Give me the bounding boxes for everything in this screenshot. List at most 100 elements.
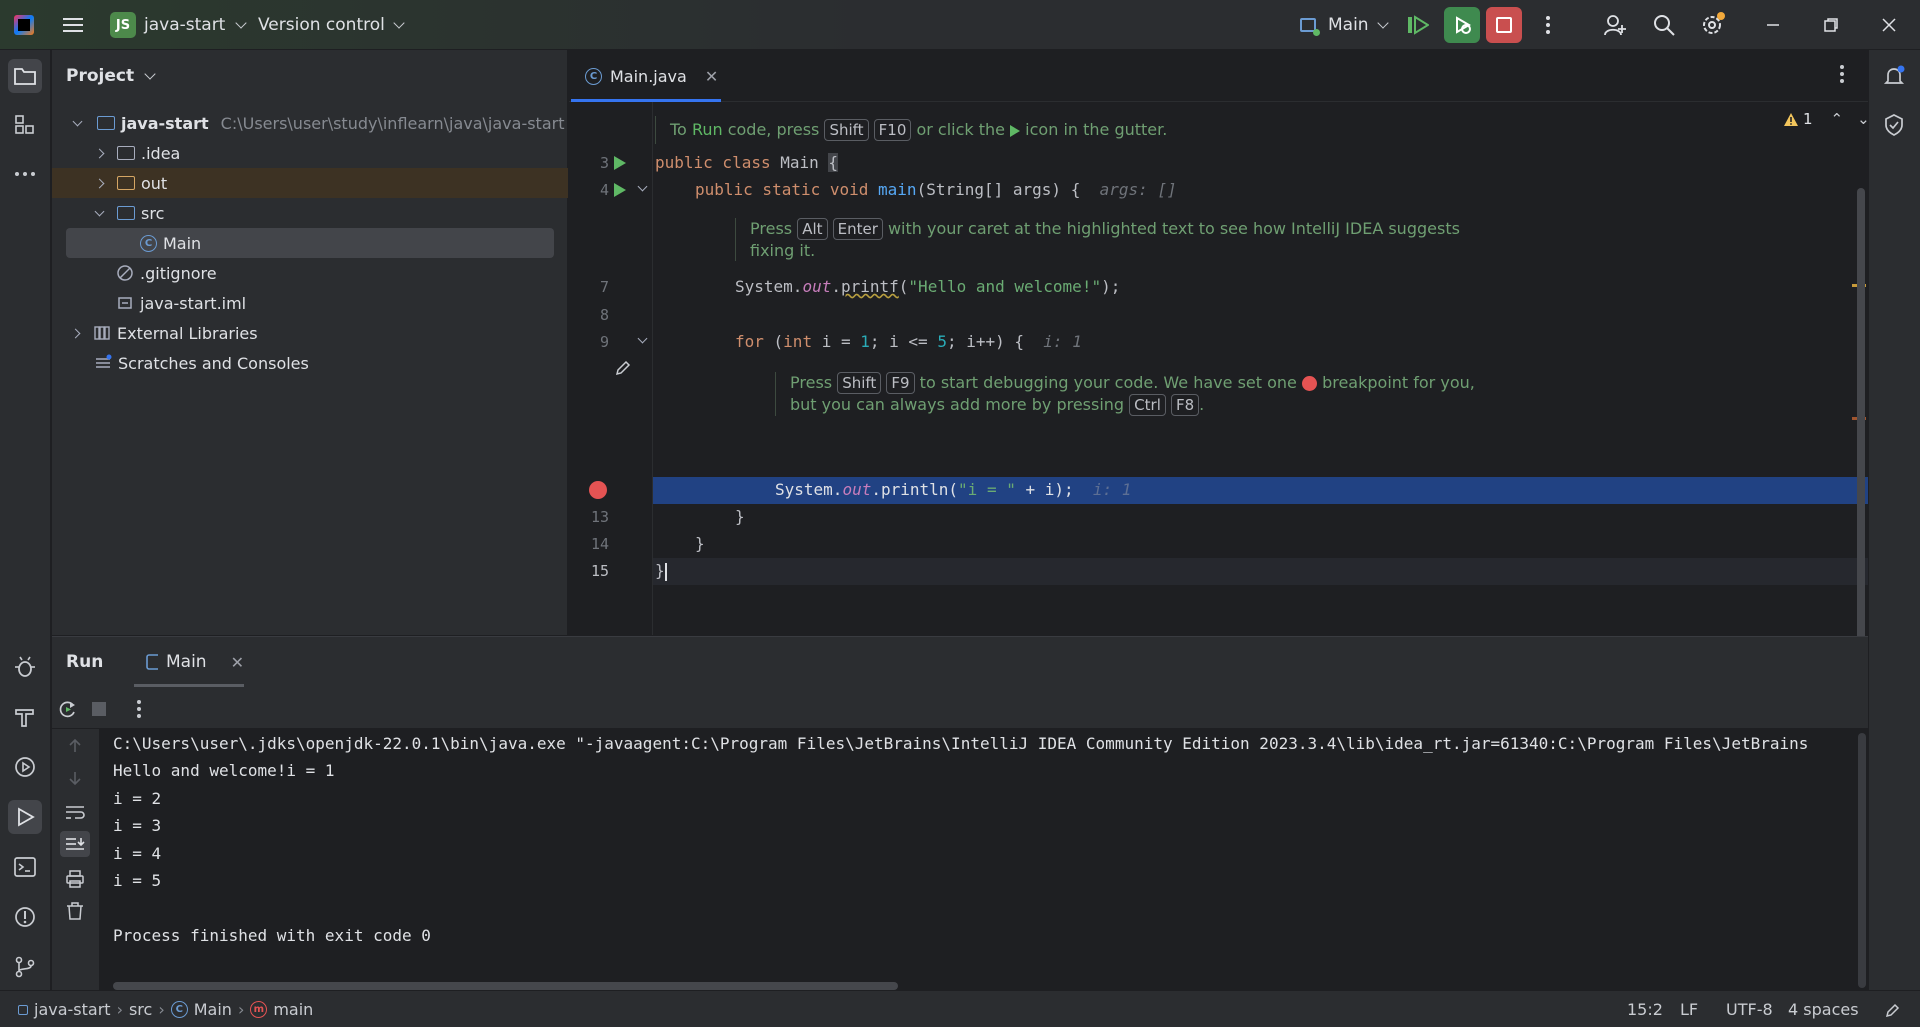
chevron-down-icon [144,68,156,80]
code-token: { [828,153,839,172]
code-line-13[interactable]: } [735,507,745,526]
inlay-tip-run: To Run code, press Shift F10 or click th… [655,116,1167,144]
expand-arrow-icon[interactable] [94,148,105,158]
more-actions-icon[interactable] [136,699,142,719]
restore-icon[interactable] [1816,10,1846,40]
git-tool-icon[interactable] [8,950,42,984]
rerun-button[interactable] [1444,7,1480,43]
stop-icon[interactable] [92,702,106,716]
trash-icon[interactable] [65,901,85,921]
structure-tool-icon[interactable] [8,108,42,142]
caret-position[interactable]: 15:2 [1627,991,1663,1027]
vcs-switcher[interactable]: Version control [258,0,405,50]
vcs-label: Version control [258,15,385,35]
tab-main-java[interactable]: C Main.java ✕ [571,50,721,102]
code-token: "Hello and welcome!" [908,277,1102,296]
expand-arrow-icon[interactable] [94,206,105,216]
rerun-icon[interactable] [58,699,78,719]
tree-item-src[interactable]: src [52,198,568,228]
breadcrumb-item[interactable]: src [129,1000,152,1019]
tree-item-idea[interactable]: .idea [52,138,568,168]
run-icon[interactable] [1403,10,1433,40]
terminal-tool-icon[interactable] [8,850,42,884]
tree-item-scratches[interactable]: Scratches and Consoles [52,348,568,378]
tree-item-iml[interactable]: java-start.iml [52,288,568,318]
scroll-to-end-toggle[interactable] [60,831,90,857]
chevron-down-icon [1376,17,1389,29]
editor-vertical-scrollbar[interactable] [1857,188,1865,648]
tree-item-out[interactable]: out [52,168,568,198]
search-icon[interactable] [1649,10,1679,40]
run-tab-main[interactable]: Main ✕ [134,637,244,687]
stop-button[interactable] [1486,7,1522,43]
previous-highlight-icon[interactable]: ⌃ [1831,110,1844,128]
breadcrumb-item[interactable]: Main [194,1000,232,1019]
editor-tab-bar: C Main.java ✕ [569,50,1868,102]
problems-tool-icon[interactable] [8,900,42,934]
tip-text: code, press [722,120,825,139]
code-line-4[interactable]: public static void main(String[] args) {… [695,180,1177,199]
code-line-3[interactable]: public class Main { [655,153,839,172]
code-token: public static void [695,180,879,199]
settings-gear-icon[interactable] [1698,10,1728,40]
expand-arrow-icon[interactable] [94,178,105,188]
console-vertical-scrollbar[interactable] [1858,733,1866,988]
tip-text: but you can always add more by pressing [790,395,1130,414]
tree-item-java-start[interactable]: java-start C:\Users\user\study\inflearn\… [52,108,568,138]
code-line-15[interactable]: } [655,561,667,581]
tree-item-label: Main [163,233,202,253]
notifications-icon[interactable] [1877,59,1911,93]
breakpoint-icon[interactable] [589,481,607,499]
ai-assistant-shield-icon[interactable] [1877,108,1911,142]
next-highlight-icon[interactable]: ⌄ [1857,110,1870,128]
build-tool-icon[interactable] [8,700,42,734]
intellij-logo-icon[interactable] [14,0,34,50]
code-token: + i); [1015,480,1074,499]
soft-wrap-icon[interactable] [64,803,86,821]
run-gutter-icon[interactable] [614,156,626,170]
run-config-selector[interactable]: Main [1300,0,1389,50]
main-menu-icon[interactable] [60,0,86,50]
close-tab-icon[interactable]: ✕ [705,67,718,86]
run-toolbar [52,687,1868,729]
line-ending[interactable]: LF [1680,991,1698,1027]
down-arrow-icon[interactable] [66,769,84,787]
tip-text: To [670,120,692,139]
tree-item-external-libraries[interactable]: External Libraries [52,318,568,348]
project-switcher[interactable]: JS java-start [110,0,248,50]
pencil-icon[interactable] [614,359,632,377]
console-horizontal-scrollbar[interactable] [113,982,898,990]
code-line-11[interactable]: System.out.println("i = " + i); i: 1 [775,480,1131,499]
close-window-icon[interactable] [1874,10,1904,40]
code-line-7[interactable]: System.out.printf("Hello and welcome!"); [735,277,1120,296]
lock-edit-icon[interactable] [1884,1001,1902,1019]
file-encoding[interactable]: UTF-8 [1726,991,1773,1027]
editor-more-icon[interactable] [1839,64,1845,88]
project-panel-header[interactable]: Project [66,66,156,86]
run-gutter-icon[interactable] [614,183,626,197]
expand-arrow-icon[interactable] [72,116,83,126]
warning-count: 1 [1803,110,1813,128]
more-actions-icon[interactable] [1533,10,1563,40]
project-tool-icon[interactable] [8,59,42,93]
minimize-icon[interactable] [1758,10,1788,40]
expand-arrow-icon[interactable] [70,328,81,338]
inspection-widget[interactable]: 1 ⌃ ⌄ [1783,110,1870,128]
code-token: 1 [860,332,870,351]
code-line-9[interactable]: for (int i = 1; i <= 5; i++) { i: 1 [735,332,1082,351]
tree-item-main[interactable]: C Main [66,228,554,258]
more-tools-icon[interactable] [8,157,42,191]
code-with-me-icon[interactable] [1600,10,1630,40]
breadcrumb-item[interactable]: main [273,1000,313,1019]
close-tab-icon[interactable]: ✕ [231,653,244,672]
breadcrumb-item[interactable]: java-start [34,1000,111,1019]
print-icon[interactable] [65,869,85,889]
up-arrow-icon[interactable] [66,737,84,755]
services-tool-icon[interactable] [8,750,42,784]
run-tool-icon[interactable] [8,800,42,834]
tree-item-path: C:\Users\user\study\inflearn\java\java-s… [220,113,565,133]
debug-tool-icon[interactable] [8,650,42,684]
tree-item-gitignore[interactable]: .gitignore [52,258,568,288]
code-line-14[interactable]: } [695,534,705,553]
indent-setting[interactable]: 4 spaces [1788,991,1859,1027]
